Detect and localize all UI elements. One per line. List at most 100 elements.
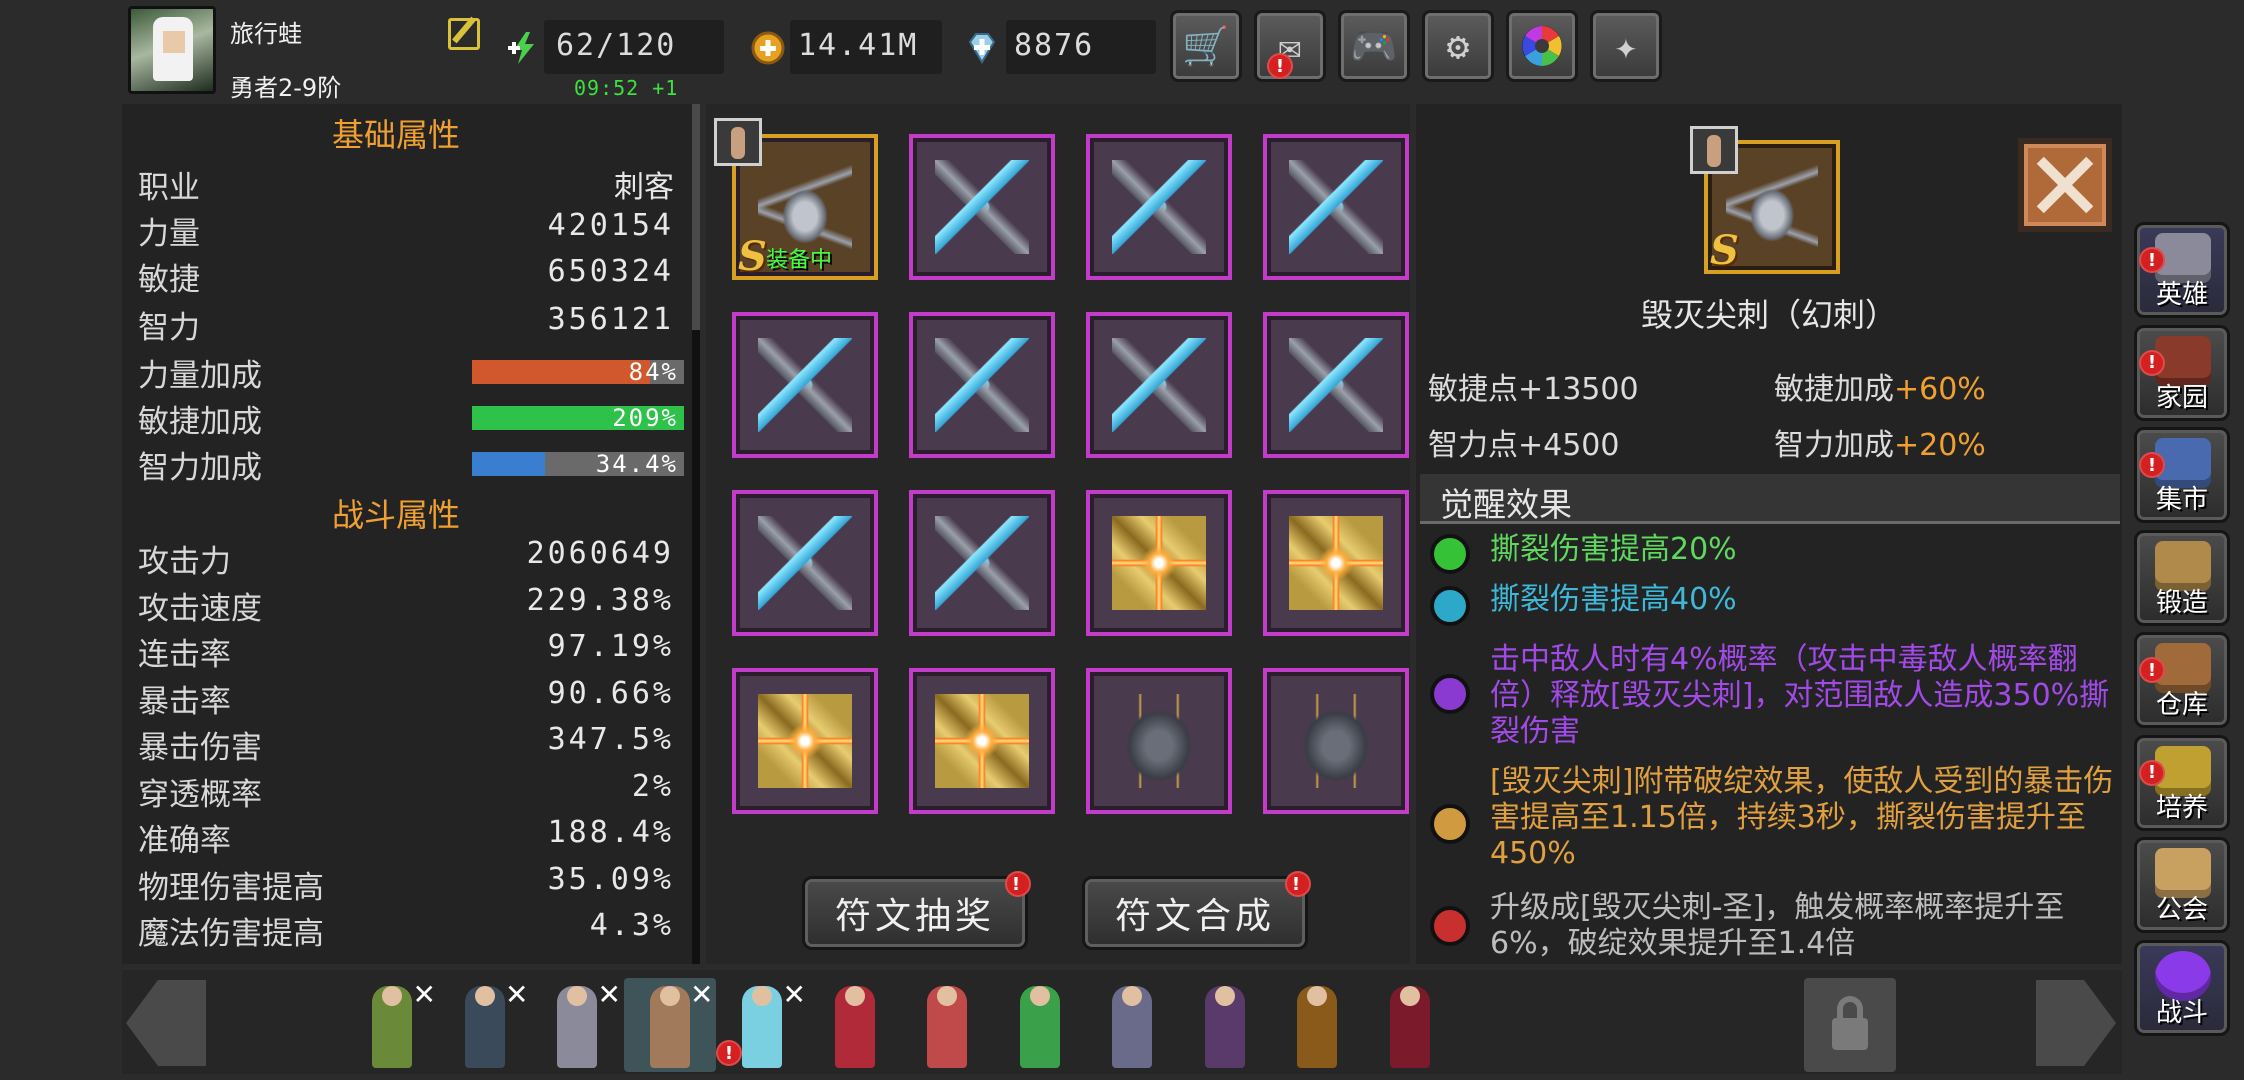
stat-row-intelligence-bonus: 智力加成 34.4% bbox=[138, 442, 686, 486]
nav-label: 锻造 bbox=[2155, 587, 2208, 618]
close-button[interactable] bbox=[2018, 138, 2112, 232]
awaken-dot-icon bbox=[1430, 906, 1470, 946]
nav-chalice-button[interactable]: 培养! bbox=[2134, 734, 2230, 831]
rune-star-icon bbox=[935, 694, 1029, 788]
rune-slot[interactable] bbox=[1086, 490, 1232, 636]
nav-helmet-button[interactable]: 英雄! bbox=[2134, 222, 2230, 318]
edit-icon[interactable] bbox=[448, 18, 480, 50]
nav-portal-button[interactable]: 战斗 bbox=[2134, 939, 2230, 1036]
settings-button[interactable]: ⚙ bbox=[1422, 10, 1494, 82]
shop-button[interactable]: 🛒 bbox=[1170, 10, 1242, 82]
gold-value: 14.41M bbox=[798, 28, 919, 63]
rune-merge-button[interactable]: 符文合成 ! bbox=[1082, 871, 1311, 950]
awaken-dot-icon bbox=[1430, 674, 1470, 714]
rune-slot[interactable] bbox=[1263, 134, 1409, 280]
grade-badge: S bbox=[738, 233, 767, 280]
rune-star-icon bbox=[1289, 516, 1383, 610]
awaken-title: 觉醒效果 bbox=[1440, 485, 1572, 524]
rune-slot[interactable] bbox=[909, 490, 1055, 636]
prev-hero-button[interactable] bbox=[126, 980, 206, 1066]
rune-slot[interactable] bbox=[1263, 490, 1409, 636]
stat-value: 229.38% bbox=[526, 582, 674, 618]
awaken-effect-text: 升级成[毁灭尖刺-圣]，触发概率概率提升至6%，破绽效果提升至1.4倍 bbox=[1490, 890, 2065, 961]
rune-blade-icon bbox=[1112, 160, 1206, 254]
nav-warehouse-button[interactable]: 仓库! bbox=[2134, 632, 2230, 728]
hero-shaman[interactable] bbox=[1179, 978, 1271, 1072]
notification-badge: ! bbox=[1005, 871, 1031, 897]
awaken-dot-icon bbox=[1430, 586, 1470, 626]
rune-slot[interactable] bbox=[909, 312, 1055, 458]
rune-slot[interactable] bbox=[1263, 312, 1409, 458]
awaken-effect-text: [毁灭尖刺]附带破绽效果，使敌人受到的暴击伤害提高至1.15倍，持续3秒，撕裂伤… bbox=[1490, 764, 2114, 871]
hero-swordsman[interactable]: ✕ bbox=[531, 978, 623, 1072]
share-button[interactable]: ✦ bbox=[1590, 10, 1662, 82]
player-avatar[interactable] bbox=[128, 6, 216, 94]
gold-coin-plus-icon[interactable] bbox=[750, 30, 786, 66]
nav-label: 公会 bbox=[2155, 895, 2208, 925]
nav-label: 仓库 bbox=[2155, 690, 2208, 720]
rune-slot[interactable] bbox=[909, 668, 1055, 814]
stat-row-intelligence: 智力 356121 bbox=[138, 302, 674, 346]
rune-draw-button[interactable]: 符文抽奖 ! bbox=[802, 871, 1031, 950]
rune-slot[interactable] bbox=[732, 668, 878, 814]
hero-warrior[interactable]: ✕ bbox=[439, 978, 531, 1072]
hero-figure-icon bbox=[834, 986, 875, 1068]
hero-figure-icon bbox=[557, 986, 597, 1068]
hero-figure-icon bbox=[1389, 986, 1430, 1068]
rune-slot[interactable] bbox=[909, 134, 1055, 280]
stat-value: 2% bbox=[631, 768, 674, 804]
rune-blade-icon bbox=[935, 338, 1029, 432]
crossed-swords-icon: ✕ bbox=[782, 978, 806, 1011]
next-hero-button[interactable] bbox=[2036, 980, 2116, 1066]
nav-anvil-button[interactable]: 锻造 bbox=[2134, 529, 2230, 626]
rune-slot[interactable] bbox=[1086, 312, 1232, 458]
hero-spirit[interactable]: ✕! bbox=[716, 978, 808, 1072]
nav-market-button[interactable]: 集市! bbox=[2134, 427, 2230, 523]
nav-label: 战斗 bbox=[2155, 997, 2208, 1028]
rune-slot[interactable] bbox=[732, 312, 878, 458]
stat-row-agility-bonus: 敏捷加成 209% bbox=[138, 396, 686, 440]
awaken-effect-text: 撕裂伤害提高40% bbox=[1490, 582, 1737, 617]
rune-slot[interactable] bbox=[1086, 668, 1232, 814]
notification-badge: ! bbox=[1267, 53, 1293, 79]
rune-slot[interactable] bbox=[1263, 668, 1409, 814]
hero-assassin[interactable]: ✕ bbox=[623, 978, 716, 1072]
color-wheel-icon bbox=[1522, 26, 1562, 66]
hero-witch[interactable] bbox=[1086, 978, 1178, 1072]
stat-label: 连击率 bbox=[138, 637, 231, 673]
hero-archer[interactable]: ✕ bbox=[346, 978, 438, 1072]
gamepad-button[interactable]: 🎮 bbox=[1338, 10, 1410, 82]
arrow-left-icon bbox=[126, 980, 206, 1066]
locked-hero-slot[interactable] bbox=[1804, 978, 1896, 1072]
rune-slot[interactable] bbox=[732, 490, 878, 636]
hero-mage-red[interactable] bbox=[809, 978, 901, 1072]
nav-label: 英雄 bbox=[2155, 280, 2208, 310]
stats-scroll-thumb[interactable] bbox=[692, 104, 700, 330]
cart-icon: 🛒 bbox=[1182, 23, 1230, 68]
hero-dark[interactable] bbox=[1364, 978, 1456, 1072]
rune-blade-icon bbox=[1289, 338, 1383, 432]
stat-label: 攻击力 bbox=[138, 544, 231, 580]
grade-badge: S bbox=[1710, 227, 1739, 274]
notification-badge: ! bbox=[2139, 247, 2165, 273]
gear-icon: ⚙ bbox=[1446, 24, 1470, 68]
energy-plus-icon[interactable] bbox=[506, 30, 542, 66]
stat-value: 90.66% bbox=[547, 675, 674, 711]
rune-blade-icon bbox=[935, 160, 1029, 254]
gem-plus-icon[interactable] bbox=[964, 30, 1000, 66]
stat-row: 物理伤害提高 35.09% bbox=[138, 862, 686, 906]
hero-druid[interactable] bbox=[994, 978, 1086, 1072]
stat-value: 347.5% bbox=[547, 722, 674, 757]
notification-badge: ! bbox=[2139, 759, 2165, 786]
stat-label: 准确率 bbox=[138, 823, 231, 859]
hero-figure-icon bbox=[372, 986, 412, 1068]
hero-knight[interactable] bbox=[1271, 978, 1363, 1072]
nav-castle-button[interactable]: 家园! bbox=[2134, 324, 2230, 421]
bonus-agility-percent: 敏捷加成+60% bbox=[1774, 372, 1986, 407]
color-wheel-button[interactable] bbox=[1506, 10, 1578, 82]
hero-gunner[interactable] bbox=[901, 978, 993, 1072]
nav-guild-button[interactable]: 公会 bbox=[2134, 837, 2230, 933]
player-rank: 勇者2-9阶 bbox=[230, 74, 342, 102]
rune-slot[interactable] bbox=[1086, 134, 1232, 280]
mail-button[interactable]: ✉ ! bbox=[1254, 10, 1326, 82]
